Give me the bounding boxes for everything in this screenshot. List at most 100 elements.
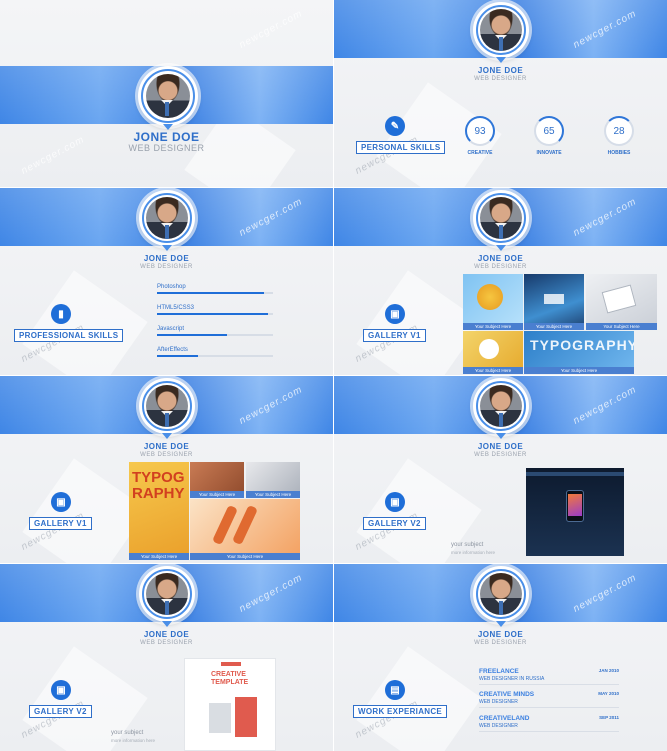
panel-gallery-v1: newcger.com newcger.com JONE DOE WEB DES…	[334, 188, 667, 375]
avatar	[139, 378, 195, 434]
gallery-thumb[interactable]: Your Subject Here	[463, 274, 523, 330]
profile-role: WEB DESIGNER	[140, 452, 193, 458]
thumb-caption: Your Subject Here	[524, 367, 634, 374]
profile-name: JONE DOE	[143, 442, 190, 451]
stat-circle-hobbies: 28	[604, 116, 634, 146]
profile-name: JONE DOE	[143, 630, 190, 639]
profile-name: JONE DOE	[477, 442, 524, 451]
subject-caption: your subject	[451, 542, 484, 548]
stat-value: 28	[613, 125, 625, 137]
gallery-thumb[interactable]: Your Subject Here	[586, 274, 657, 330]
gallery-thumb[interactable]: Your Subject Here	[190, 462, 244, 498]
image-icon: ▣	[385, 304, 405, 324]
panel-professional-skills: newcger.com newcger.com JONE DOE WEB DES…	[0, 188, 333, 375]
section-label-professional-skills: PROFESSIONAL SKILLS	[14, 329, 124, 342]
gallery-thumb[interactable]: Your Subject Here	[463, 331, 523, 374]
gallery-thumb[interactable]: Your Subject Here	[524, 274, 584, 330]
section-label-gallery-v2: GALLERY V2	[363, 517, 426, 530]
profile-role: WEB DESIGNER	[474, 640, 527, 646]
profile-name: JONE DOE	[477, 630, 524, 639]
work-item: CREATIVELAND WEB DESIGNER SEP 2011	[479, 715, 619, 732]
profile-role: WEB DESIGNER	[474, 452, 527, 458]
image-icon: ▣	[385, 492, 405, 512]
section-label-personal-skills: PERSONAL SKILLS	[356, 141, 446, 154]
panel-gallery-v2: newcger.com newcger.com JONE DOE WEB DES…	[334, 376, 667, 563]
gallery-thumb[interactable]: TYPOGRAPHY Your Subject Here	[524, 331, 634, 374]
skill-label: Javascript	[157, 326, 185, 332]
avatar	[139, 190, 195, 246]
more-info-caption: more information here	[111, 738, 156, 743]
avatar-pointer	[162, 245, 172, 251]
stat-label: INNOVATE	[536, 150, 562, 156]
work-subtitle: WEB DESIGNER IN RUSSIA	[479, 676, 545, 682]
work-item: CREATIVE MINDS WEB DESIGNER MAY 2010	[479, 691, 619, 708]
gallery-thumb[interactable]	[526, 468, 624, 556]
image-icon: ▣	[51, 680, 71, 700]
profile-role: WEB DESIGNER	[140, 640, 193, 646]
stat-circle-innovate: 65	[534, 116, 564, 146]
thumb-caption: Your Subject Here	[246, 491, 300, 498]
image-icon: ▣	[51, 492, 71, 512]
thumb-caption: Your Subject Here	[190, 491, 244, 498]
profile-name: JONE DOE	[477, 254, 524, 263]
work-title: CREATIVELAND	[479, 715, 530, 722]
stat-label: CREATIVE	[467, 150, 493, 156]
section-label-work-experience: WORK EXPERIANCE	[353, 705, 448, 718]
panel-intro: newcger.com newcger.com JONE DOE WEB DES…	[0, 0, 333, 187]
thumb-caption: Your Subject Here	[463, 367, 523, 374]
skill-label: AfterEffects	[157, 347, 188, 353]
avatar	[473, 566, 529, 622]
creative-template-text: CREATIVE TEMPLATE	[211, 671, 249, 686]
skill-label: Photoshop	[157, 284, 186, 290]
avatar-pointer	[496, 433, 506, 439]
thumb-caption: Your Subject Here	[586, 323, 657, 330]
profile-role: WEB DESIGNER	[140, 264, 193, 270]
section-label-gallery-v1: GALLERY V1	[29, 517, 92, 530]
section-label-gallery-v1: GALLERY V1	[363, 329, 426, 342]
work-date: MAY 2010	[598, 691, 619, 696]
profile-role: WEB DESIGNER	[128, 143, 205, 153]
avatar	[473, 378, 529, 434]
avatar	[138, 66, 198, 126]
avatar	[473, 2, 529, 58]
work-subtitle: WEB DESIGNER	[479, 723, 518, 729]
work-item: FREELANCE WEB DESIGNER IN RUSSIA JAN 201…	[479, 668, 619, 685]
stat-value: 65	[543, 125, 555, 137]
work-date: SEP 2011	[599, 715, 619, 720]
gallery-thumb[interactable]: CREATIVE TEMPLATE	[184, 658, 276, 751]
profile-name: JONE DOE	[133, 130, 200, 144]
profile-role: WEB DESIGNER	[474, 264, 527, 270]
typography-mock-text: TYPOGRAPHY	[132, 469, 185, 502]
thumb-caption: Your Subject Here	[463, 323, 523, 330]
avatar-pointer	[496, 57, 506, 63]
work-date: JAN 2010	[598, 668, 619, 673]
subject-caption: your subject	[111, 730, 144, 736]
avatar-pointer	[162, 621, 172, 627]
skill-bar	[157, 355, 273, 357]
watermark-text: newcger.com	[237, 8, 305, 51]
skill-label: HTML5/CSS3	[157, 305, 195, 311]
skill-bar	[157, 334, 273, 336]
stat-value: 93	[474, 125, 486, 137]
more-info-caption: more information here	[451, 550, 496, 555]
signal-bars-icon: ▮	[51, 304, 71, 324]
avatar	[139, 566, 195, 622]
gallery-thumb[interactable]: Your Subject Here	[246, 462, 300, 498]
profile-role: WEB DESIGNER	[474, 76, 527, 82]
stat-circle-creative: 93	[465, 116, 495, 146]
panel-work-experience: newcger.com newcger.com JONE DOE WEB DES…	[334, 564, 667, 751]
pencil-icon: ✎	[385, 116, 405, 136]
thumb-caption: Your Subject Here	[129, 553, 189, 560]
profile-name: JONE DOE	[477, 66, 524, 75]
avatar	[473, 190, 529, 246]
panel-personal-skills: newcger.com newcger.com JONE DOE WEB DES…	[334, 0, 667, 187]
avatar-pointer	[496, 621, 506, 627]
work-subtitle: WEB DESIGNER	[479, 699, 518, 705]
gallery-thumb[interactable]: TYPOGRAPHY Your Subject Here	[129, 462, 189, 560]
gallery-thumb[interactable]: Your Subject Here	[190, 499, 300, 560]
avatar-pointer	[162, 433, 172, 439]
section-label-gallery-v2: GALLERY V2	[29, 705, 92, 718]
skill-bar	[157, 313, 273, 315]
avatar-pointer	[496, 245, 506, 251]
skill-bar	[157, 292, 273, 294]
